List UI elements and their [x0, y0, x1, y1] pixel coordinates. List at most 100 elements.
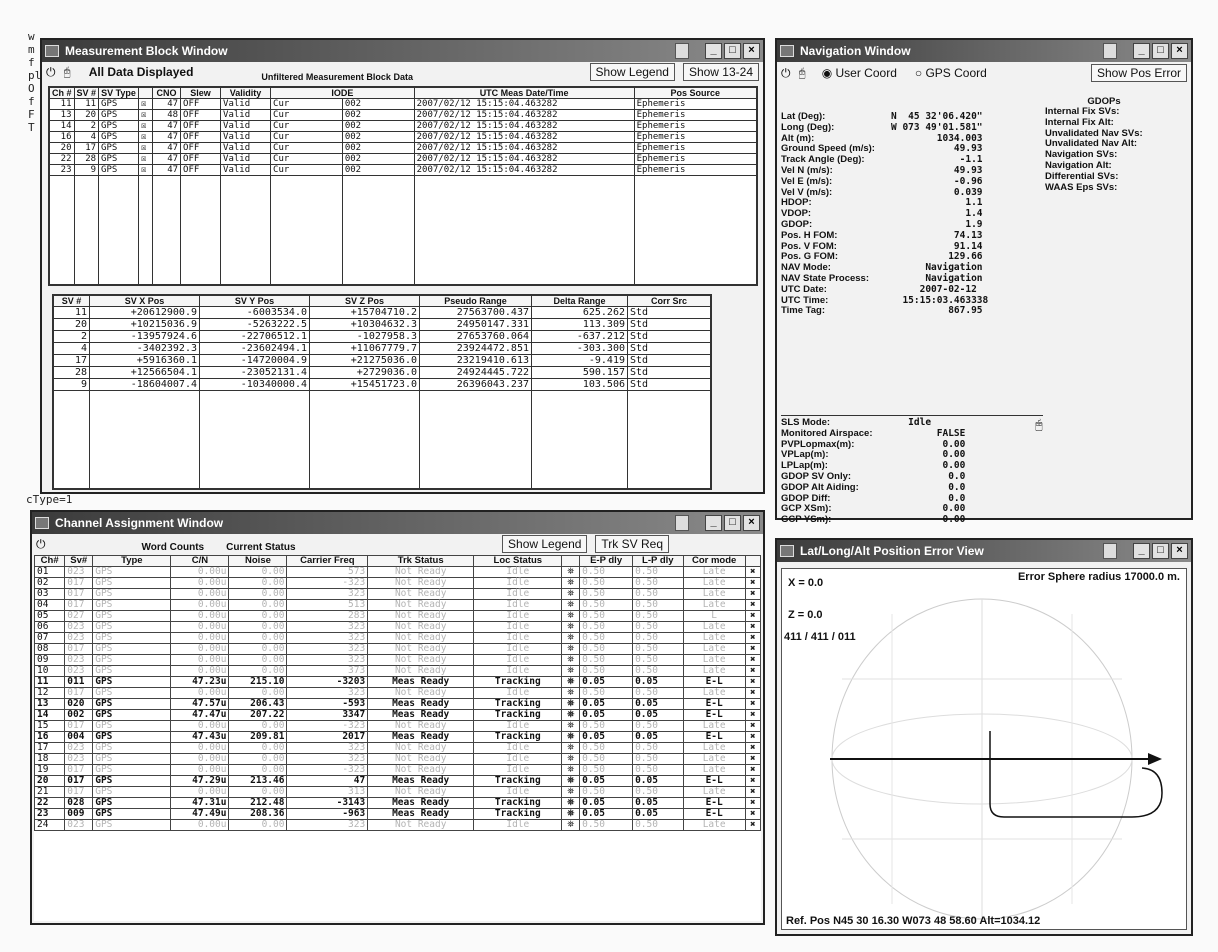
channel-row[interactable]: 11 011 GPS 47.23u 215.10 -3203 Meas Ready Track… — [33, 676, 762, 688]
channel-row[interactable]: 20 017 GPS 47.29u 213.46 47 Meas Ready Tracking… — [33, 775, 762, 787]
close-channel-icon[interactable]: ✖ — [744, 797, 762, 809]
show-range-button[interactable]: Show 13-24 — [682, 63, 759, 81]
title-bar[interactable]: Channel Assignment Window _ □ × — [32, 512, 763, 534]
trk-sv-req-button[interactable]: Trk SV Req — [595, 535, 669, 553]
close-channel-icon[interactable]: ✖ — [744, 599, 762, 611]
satellite-icon[interactable]: ⛯ — [561, 731, 581, 743]
channel-row[interactable]: 17 023 GPS 0.00u 0.00 323 Not Ready Idle ⛯ 0.50 0.… — [33, 742, 762, 754]
channel-row[interactable]: 02 017 GPS 0.00u 0.00 -323 Not Ready Idle ⛯ 0.50 0… — [33, 577, 762, 589]
close-channel-icon[interactable]: ✖ — [744, 786, 762, 798]
satellite-icon[interactable]: ⛯ — [561, 665, 581, 677]
maximize-button[interactable]: □ — [724, 515, 741, 531]
close-channel-icon[interactable]: ✖ — [744, 588, 762, 600]
satellite-icon[interactable]: ⛯ — [561, 610, 581, 622]
satellite-icon[interactable]: ⛯ — [561, 588, 581, 600]
close-button[interactable]: × — [743, 515, 760, 531]
channel-row[interactable]: 13 020 GPS 47.57u 206.43 -593 Meas Ready Tracki… — [33, 698, 762, 710]
satellite-icon[interactable]: ⛯ — [561, 720, 581, 732]
channel-row[interactable]: 23 009 GPS 47.49u 208.36 -963 Meas Ready Tracki… — [33, 808, 762, 820]
channel-row[interactable]: 08 017 GPS 0.00u 0.00 323 Not Ready Idle ⛯ 0.50 0.… — [33, 643, 762, 655]
user-coord-radio[interactable]: ◉ User Coord — [822, 66, 897, 80]
close-channel-icon[interactable]: ✖ — [744, 665, 762, 677]
satellite-icon[interactable]: ⛯ — [561, 643, 581, 655]
show-legend-button[interactable]: Show Legend — [502, 535, 588, 553]
channel-row[interactable]: 19 017 GPS 0.00u 0.00 -323 Not Ready Idle ⛯ 0.50 0… — [33, 764, 762, 776]
menu-icon[interactable] — [1103, 43, 1117, 59]
satellite-icon[interactable]: ⛯ — [561, 797, 581, 809]
channel-row[interactable]: 06 023 GPS 0.00u 0.00 323 Not Ready Idle ⛯ 0.50 0.… — [33, 621, 762, 633]
channel-row[interactable]: 12 017 GPS 0.00u 0.00 323 Not Ready Idle ⛯ 0.50 0.… — [33, 687, 762, 699]
satellite-icon[interactable]: ⛯ — [561, 621, 581, 633]
power-icon[interactable]: ⏻ — [46, 65, 56, 80]
channel-row[interactable]: 09 023 GPS 0.00u 0.00 323 Not Ready Idle ⛯ 0.50 0.… — [33, 654, 762, 666]
maximize-button[interactable]: □ — [1152, 543, 1169, 559]
satellite-icon[interactable]: ⛯ — [561, 819, 581, 831]
satellite-icon[interactable]: ⛯ — [561, 742, 581, 754]
satellite-icon[interactable]: ⛯ — [561, 698, 581, 710]
power-icon[interactable]: ⏻ — [36, 537, 46, 552]
satellite-icon[interactable]: ⛯ — [561, 676, 581, 688]
close-channel-icon[interactable]: ✖ — [744, 819, 762, 831]
minimize-button[interactable]: _ — [705, 43, 722, 59]
close-button[interactable]: × — [1171, 543, 1188, 559]
minimize-button[interactable]: _ — [705, 515, 722, 531]
satellite-icon[interactable]: ⛯ — [561, 764, 581, 776]
satellite-icon[interactable]: ⛯ — [561, 753, 581, 765]
maximize-button[interactable]: □ — [1152, 43, 1169, 59]
close-channel-icon[interactable]: ✖ — [744, 764, 762, 776]
title-bar[interactable]: Navigation Window _ □ × — [777, 40, 1191, 62]
satellite-icon[interactable]: ⛯ — [561, 566, 581, 578]
channel-row[interactable]: 14 002 GPS 47.47u 207.22 3347 Meas Ready Tracki… — [33, 709, 762, 721]
channel-row[interactable]: 05 027 GPS 0.00u 0.00 283 Not Ready Idle ⛯ 0.50 0.… — [33, 610, 762, 622]
close-channel-icon[interactable]: ✖ — [744, 643, 762, 655]
channel-row[interactable]: 24 023 GPS 0.00u 0.00 323 Not Ready Idle ⛯ 0.50 0.… — [33, 819, 762, 831]
satellite-icon[interactable]: ⛯ — [561, 599, 581, 611]
channel-row[interactable]: 15 017 GPS 0.00u 0.00 -323 Not Ready Idle ⛯ 0.50 0… — [33, 720, 762, 732]
menu-icon[interactable] — [1103, 543, 1117, 559]
satellite-icon[interactable]: ⛯ — [561, 632, 581, 644]
close-channel-icon[interactable]: ✖ — [744, 687, 762, 699]
satellite-icon[interactable]: ⛯ — [561, 687, 581, 699]
close-channel-icon[interactable]: ✖ — [744, 709, 762, 721]
close-channel-icon[interactable]: ✖ — [744, 808, 762, 820]
close-channel-icon[interactable]: ✖ — [744, 632, 762, 644]
minimize-button[interactable]: _ — [1133, 543, 1150, 559]
close-channel-icon[interactable]: ✖ — [744, 610, 762, 622]
power-icon[interactable]: ⏻ — [781, 66, 791, 81]
close-channel-icon[interactable]: ✖ — [744, 742, 762, 754]
satellite-icon[interactable]: ⛯ — [561, 654, 581, 666]
title-bar[interactable]: Measurement Block Window _ □ × — [42, 40, 763, 62]
satellite-icon[interactable]: ⛯ — [561, 577, 581, 589]
channel-row[interactable]: 07 023 GPS 0.00u 0.00 323 Not Ready Idle ⛯ 0.50 0.… — [33, 632, 762, 644]
close-channel-icon[interactable]: ✖ — [744, 621, 762, 633]
close-channel-icon[interactable]: ✖ — [744, 720, 762, 732]
show-pos-error-button[interactable]: Show Pos Error — [1090, 64, 1187, 82]
show-legend-button[interactable]: Show Legend — [589, 63, 675, 81]
satellite-icon[interactable]: ⛯ — [561, 709, 581, 721]
satellite-icon[interactable]: ⛯ — [561, 786, 581, 798]
close-button[interactable]: × — [1171, 43, 1188, 59]
channel-row[interactable]: 21 017 GPS 0.00u 0.00 313 Not Ready Idle ⛯ 0.50 0.… — [33, 786, 762, 798]
satellite-icon[interactable]: ⛯ — [561, 775, 581, 787]
minimize-button[interactable]: _ — [1133, 43, 1150, 59]
channel-row[interactable]: 22 028 GPS 47.31u 212.48 -3143 Meas Ready Track… — [33, 797, 762, 809]
close-channel-icon[interactable]: ✖ — [744, 753, 762, 765]
close-button[interactable]: × — [743, 43, 760, 59]
close-channel-icon[interactable]: ✖ — [744, 577, 762, 589]
title-bar[interactable]: Lat/Long/Alt Position Error View _ □ × — [777, 540, 1191, 562]
channel-row[interactable]: 18 023 GPS 0.00u 0.00 323 Not Ready Idle ⛯ 0.50 0.… — [33, 753, 762, 765]
channel-row[interactable]: 16 004 GPS 47.43u 209.81 2017 Meas Ready Tracki… — [33, 731, 762, 743]
maximize-button[interactable]: □ — [724, 43, 741, 59]
close-channel-icon[interactable]: ✖ — [744, 698, 762, 710]
close-channel-icon[interactable]: ✖ — [744, 566, 762, 578]
satellite-icon[interactable]: ⛯ — [561, 808, 581, 820]
channel-row[interactable]: 10 023 GPS 0.00u 0.00 373 Not Ready Idle ⛯ 0.50 0.… — [33, 665, 762, 677]
gps-coord-radio[interactable]: ○ GPS Coord — [915, 66, 987, 80]
channel-row[interactable]: 03 017 GPS 0.00u 0.00 323 Not Ready Idle ⛯ 0.50 0.… — [33, 588, 762, 600]
close-channel-icon[interactable]: ✖ — [744, 654, 762, 666]
menu-icon[interactable] — [675, 515, 689, 531]
close-channel-icon[interactable]: ✖ — [744, 731, 762, 743]
close-channel-icon[interactable]: ✖ — [744, 676, 762, 688]
channel-row[interactable]: 01 023 GPS 0.00u 0.00 573 Not Ready Idle ⛯ 0.50 0.… — [33, 566, 762, 578]
channel-row[interactable]: 04 017 GPS 0.00u 0.00 513 Not Ready Idle ⛯ 0.50 0.… — [33, 599, 762, 611]
